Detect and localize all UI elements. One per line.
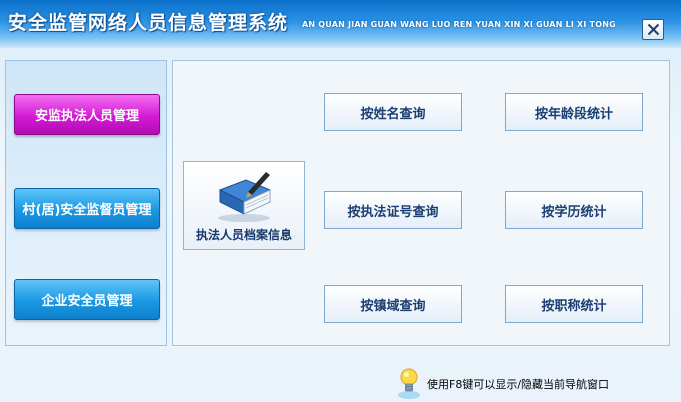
nav-enterprise-safety-officers[interactable]: 企业安全员管理 (14, 279, 160, 320)
app-title-pinyin: AN QUAN JIAN GUAN WANG LUO REN YUAN XIN … (302, 20, 616, 29)
stats-by-education-button[interactable]: 按学历统计 (505, 191, 643, 229)
archive-info-label: 执法人员档案信息 (195, 228, 292, 242)
close-button[interactable] (642, 19, 664, 40)
nav-label: 安监执法人员管理 (34, 109, 139, 124)
navigation-sidebar: 安监执法人员管理 村(居)安全监督员管理 企业安全员管理 (5, 60, 167, 346)
query-by-town-button[interactable]: 按镇域查询 (324, 285, 462, 323)
stats-by-age-button[interactable]: 按年龄段统计 (505, 93, 643, 131)
lightbulb-icon (398, 368, 420, 399)
nav-law-enforcement-staff[interactable]: 安监执法人员管理 (14, 94, 160, 135)
navigation-hint-text: 使用F8键可以显示/隐藏当前导航窗口 (427, 378, 610, 391)
app-window: 安全监管网络人员信息管理系统 AN QUAN JIAN GUAN WANG LU… (0, 0, 681, 402)
query-by-name-button[interactable]: 按姓名查询 (324, 93, 462, 131)
main-panel: 执法人员档案信息 按姓名查询 按年龄段统计 按执法证号查询 按学历统计 按镇域查… (172, 60, 670, 346)
title-bar: 安全监管网络人员信息管理系统 AN QUAN JIAN GUAN WANG LU… (0, 0, 681, 48)
query-by-cert-button[interactable]: 按执法证号查询 (324, 191, 462, 229)
status-bar: 使用F8键可以显示/隐藏当前导航窗口 (0, 360, 681, 402)
stats-by-title-button[interactable]: 按职称统计 (505, 285, 643, 323)
nav-village-supervisors[interactable]: 村(居)安全监督员管理 (14, 188, 160, 229)
book-pen-icon (218, 172, 272, 222)
app-title: 安全监管网络人员信息管理系统 (8, 12, 289, 34)
nav-label: 村(居)安全监督员管理 (22, 203, 152, 218)
archive-info-button[interactable]: 执法人员档案信息 (183, 161, 305, 250)
nav-label: 企业安全员管理 (41, 294, 133, 309)
close-icon (647, 23, 660, 36)
